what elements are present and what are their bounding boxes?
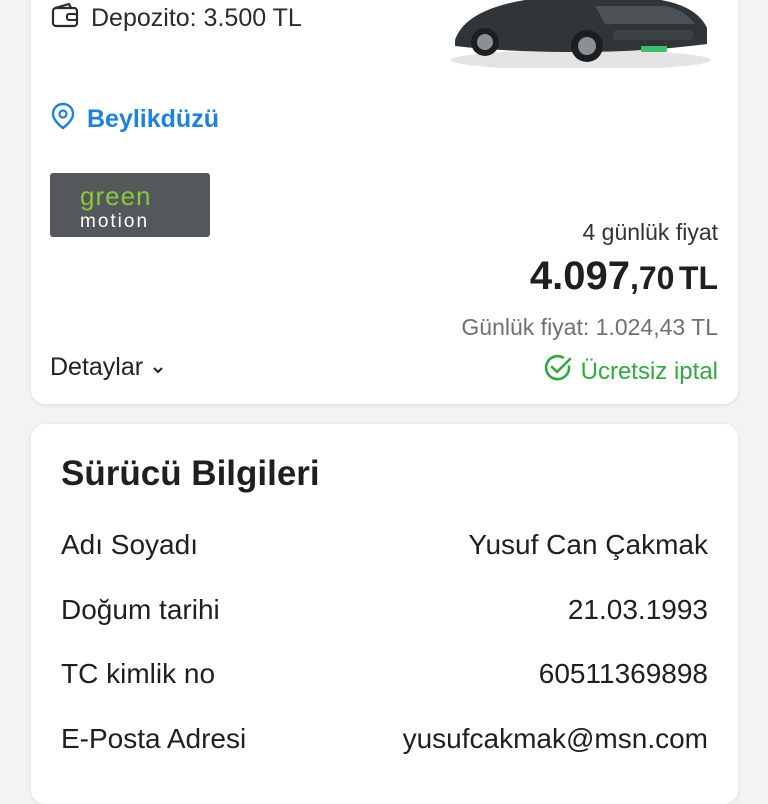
check-circle-icon (543, 353, 573, 390)
driver-info-card: Sürücü Bilgileri Adı Soyadı Yusuf Can Ça… (31, 424, 738, 804)
row-label: Adı Soyadı (61, 529, 198, 560)
deposit-text: Depozito: 3.500 TL (91, 4, 302, 32)
free-cancellation-badge: Ücretsiz iptal (543, 353, 718, 390)
details-label: Detaylar (50, 353, 144, 381)
free-cancel-label: Ücretsiz iptal (580, 357, 718, 385)
row-value: 21.03.1993 (567, 594, 708, 625)
row-label: Doğum tarihi (61, 594, 220, 625)
info-row-id-number: TC kimlik no 60511369898 (61, 658, 708, 690)
row-label: TC kimlik no (61, 658, 216, 689)
green-motion-logo: green motion (50, 173, 210, 237)
pickup-location[interactable]: Beylikdüzü (51, 102, 219, 137)
wallet-icon (51, 2, 79, 35)
details-toggle[interactable]: Detaylar (50, 353, 165, 382)
chevron-down-icon (151, 353, 165, 382)
price-integer: 4.097 (529, 254, 630, 298)
location-label: Beylikdüzü (87, 105, 219, 133)
car-image (445, 0, 717, 70)
daily-price: Günlük fiyat: 1.024,43 TL (461, 314, 718, 340)
rental-offer-card: Depozito: 3.500 TL Beylikdüzü green moti… (31, 0, 738, 404)
row-value: 60511369898 (538, 658, 708, 689)
section-title: Sürücü Bilgileri (61, 454, 320, 493)
price-currency: TL (678, 260, 718, 296)
row-label: E-Posta Adresi (61, 723, 247, 754)
info-row-email: E-Posta Adresi yusufcakmak@msn.com (61, 723, 708, 755)
svg-text:motion: motion (80, 211, 149, 232)
svg-text:green: green (80, 181, 152, 211)
info-row-name: Adı Soyadı Yusuf Can Çakmak (61, 529, 708, 561)
location-pin-icon (51, 102, 75, 137)
price-decimal: ,70 (629, 260, 675, 296)
row-value: yusufcakmak@msn.com (402, 723, 708, 754)
total-price: 4.097,70 TL (530, 254, 718, 299)
deposit-info: Depozito: 3.500 TL (51, 2, 302, 35)
price-caption: 4 günlük fiyat (582, 219, 718, 245)
info-row-birthdate: Doğum tarihi 21.03.1993 (61, 594, 708, 626)
row-value: Yusuf Can Çakmak (468, 529, 708, 560)
